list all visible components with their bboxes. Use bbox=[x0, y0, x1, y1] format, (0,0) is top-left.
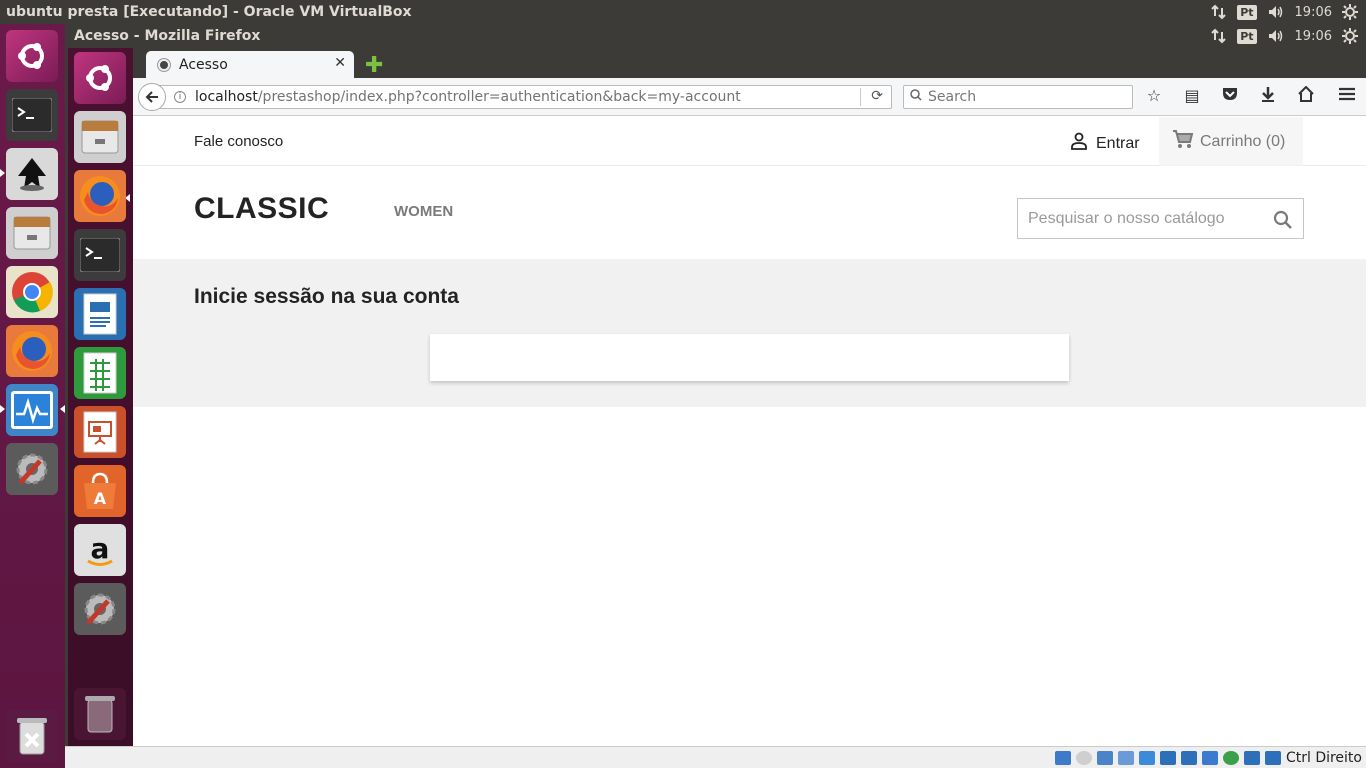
url-bar[interactable]: i localhost /prestashop/index.php?contro… bbox=[157, 85, 892, 109]
browser-search-placeholder: Search bbox=[928, 89, 977, 105]
system-settings-icon[interactable] bbox=[74, 583, 126, 635]
sign-in-label: Entrar bbox=[1096, 134, 1140, 152]
guest-window-title: Acesso - Mozilla Firefox bbox=[74, 28, 261, 44]
downloads-icon[interactable] bbox=[1257, 86, 1279, 106]
ubuntu-dash-icon[interactable] bbox=[6, 30, 58, 82]
web-page: Fale conosco Entrar Carrinho (0) CLASSIC… bbox=[133, 117, 1366, 746]
shop-top-nav: Fale conosco Entrar Carrinho (0) bbox=[133, 117, 1366, 166]
trash-icon[interactable] bbox=[6, 710, 58, 762]
tab-title: Acesso bbox=[179, 56, 228, 73]
prestashop-favicon-icon bbox=[158, 58, 170, 71]
guest-launcher: A a bbox=[68, 48, 133, 746]
clock[interactable]: 19:06 bbox=[1295, 29, 1332, 44]
keyboard-layout-indicator[interactable]: Pt bbox=[1237, 28, 1257, 44]
network-icon[interactable] bbox=[1211, 28, 1227, 44]
host-window-title: ubuntu presta [Executando] - Oracle VM V… bbox=[6, 4, 412, 20]
home-icon[interactable] bbox=[1295, 85, 1317, 106]
virtualbox-icon[interactable] bbox=[6, 384, 58, 436]
inkscape-icon[interactable] bbox=[6, 148, 58, 200]
cart-label: Carrinho (0) bbox=[1200, 132, 1286, 150]
shop-logo[interactable]: CLASSIC bbox=[194, 192, 329, 226]
guest-tray: Pt 19:06 bbox=[1211, 28, 1366, 44]
firefox-icon[interactable] bbox=[74, 170, 126, 222]
optical-drive-icon[interactable] bbox=[1075, 750, 1092, 765]
hard-disk-icon[interactable] bbox=[1054, 750, 1071, 765]
terminal-icon[interactable] bbox=[74, 229, 126, 281]
shopping-cart-icon bbox=[1172, 129, 1194, 154]
user-icon bbox=[1070, 132, 1088, 155]
host-tray: Pt 19:06 bbox=[1211, 4, 1366, 20]
virtualbox-status-bar: Ctrl Direito bbox=[65, 746, 1366, 768]
catalog-search-input[interactable]: Pesquisar o nosso catálogo bbox=[1017, 198, 1304, 239]
svg-text:a: a bbox=[91, 532, 110, 565]
audio-icon[interactable] bbox=[1096, 750, 1113, 765]
close-tab-icon[interactable]: ✕ bbox=[334, 55, 346, 71]
contact-link[interactable]: Fale conosco bbox=[194, 133, 283, 150]
search-icon[interactable] bbox=[1273, 210, 1293, 235]
reader-list-icon[interactable]: ▤ bbox=[1181, 86, 1203, 106]
ubuntu-dash-icon[interactable] bbox=[74, 52, 126, 104]
terminal-icon[interactable] bbox=[6, 89, 58, 141]
shared-folders-icon[interactable] bbox=[1138, 750, 1155, 765]
main-content: Inicie sessão na sua conta bbox=[133, 259, 1366, 407]
svg-text:A: A bbox=[94, 489, 107, 508]
cart-button[interactable]: Carrinho (0) bbox=[1159, 117, 1303, 166]
files-icon[interactable] bbox=[74, 111, 126, 163]
calc-icon[interactable] bbox=[74, 347, 126, 399]
bookmark-star-icon[interactable]: ☆ bbox=[1143, 86, 1165, 106]
tab-strip: Acesso ✕ ✚ bbox=[133, 48, 1366, 78]
keyboard-capture-icon[interactable] bbox=[1264, 750, 1281, 765]
usb-icon[interactable] bbox=[1117, 750, 1134, 765]
guest-top-panel: Acesso - Mozilla Firefox Pt 19:06 bbox=[65, 24, 1366, 48]
pocket-icon[interactable] bbox=[1219, 86, 1241, 106]
gear-icon[interactable] bbox=[1342, 28, 1358, 44]
keyboard-layout-indicator[interactable]: Pt bbox=[1237, 4, 1257, 20]
volume-icon[interactable] bbox=[1267, 4, 1285, 20]
menu-icon[interactable] bbox=[1338, 86, 1356, 107]
host-launcher bbox=[0, 24, 65, 768]
firefox-icon[interactable] bbox=[6, 325, 58, 377]
virtualization-icon[interactable] bbox=[1222, 750, 1239, 765]
volume-icon[interactable] bbox=[1267, 28, 1285, 44]
tab-acesso[interactable]: Acesso ✕ bbox=[146, 51, 354, 78]
amazon-icon[interactable]: a bbox=[74, 524, 126, 576]
files-icon[interactable] bbox=[6, 207, 58, 259]
gear-icon[interactable] bbox=[1342, 4, 1358, 20]
guest-vm-screen: Acesso - Mozilla Firefox Pt 19:06 A a Ac… bbox=[65, 24, 1366, 746]
catalog-search-placeholder: Pesquisar o nosso catálogo bbox=[1028, 209, 1225, 227]
navigation-toolbar: i localhost /prestashop/index.php?contro… bbox=[133, 78, 1366, 116]
host-key-label: Ctrl Direito bbox=[1285, 749, 1362, 766]
site-info-icon[interactable]: i bbox=[174, 91, 186, 103]
network-icon[interactable] bbox=[1211, 4, 1227, 20]
page-title: Inicie sessão na sua conta bbox=[194, 285, 459, 308]
new-tab-button[interactable]: ✚ bbox=[365, 53, 383, 78]
chrome-icon[interactable] bbox=[6, 266, 58, 318]
writer-icon[interactable] bbox=[74, 288, 126, 340]
network-adapter-icon[interactable] bbox=[1180, 750, 1197, 765]
shop-header: CLASSIC WOMEN Pesquisar o nosso catálogo bbox=[133, 166, 1366, 259]
search-icon bbox=[910, 89, 922, 105]
firefox-window: Acesso ✕ ✚ i localhost /prestashop/index… bbox=[133, 48, 1366, 746]
host-top-panel: ubuntu presta [Executando] - Oracle VM V… bbox=[0, 0, 1366, 24]
login-form-card bbox=[430, 334, 1069, 381]
browser-search-input[interactable]: Search bbox=[903, 85, 1133, 109]
menu-item-women[interactable]: WOMEN bbox=[394, 203, 453, 220]
mouse-integration-icon[interactable] bbox=[1243, 750, 1260, 765]
url-host: localhost bbox=[195, 89, 258, 105]
reload-icon[interactable]: ⟳ bbox=[871, 88, 883, 104]
url-path: /prestashop/index.php?controller=authent… bbox=[257, 89, 741, 105]
sign-in-link[interactable]: Entrar bbox=[1070, 132, 1140, 155]
system-settings-icon[interactable] bbox=[6, 443, 58, 495]
display-icon[interactable] bbox=[1159, 750, 1176, 765]
video-capture-icon[interactable] bbox=[1201, 750, 1218, 765]
clock[interactable]: 19:06 bbox=[1295, 5, 1332, 20]
trash-icon[interactable] bbox=[74, 688, 126, 740]
impress-icon[interactable] bbox=[74, 406, 126, 458]
software-center-icon[interactable]: A bbox=[74, 465, 126, 517]
back-button[interactable] bbox=[138, 83, 166, 111]
